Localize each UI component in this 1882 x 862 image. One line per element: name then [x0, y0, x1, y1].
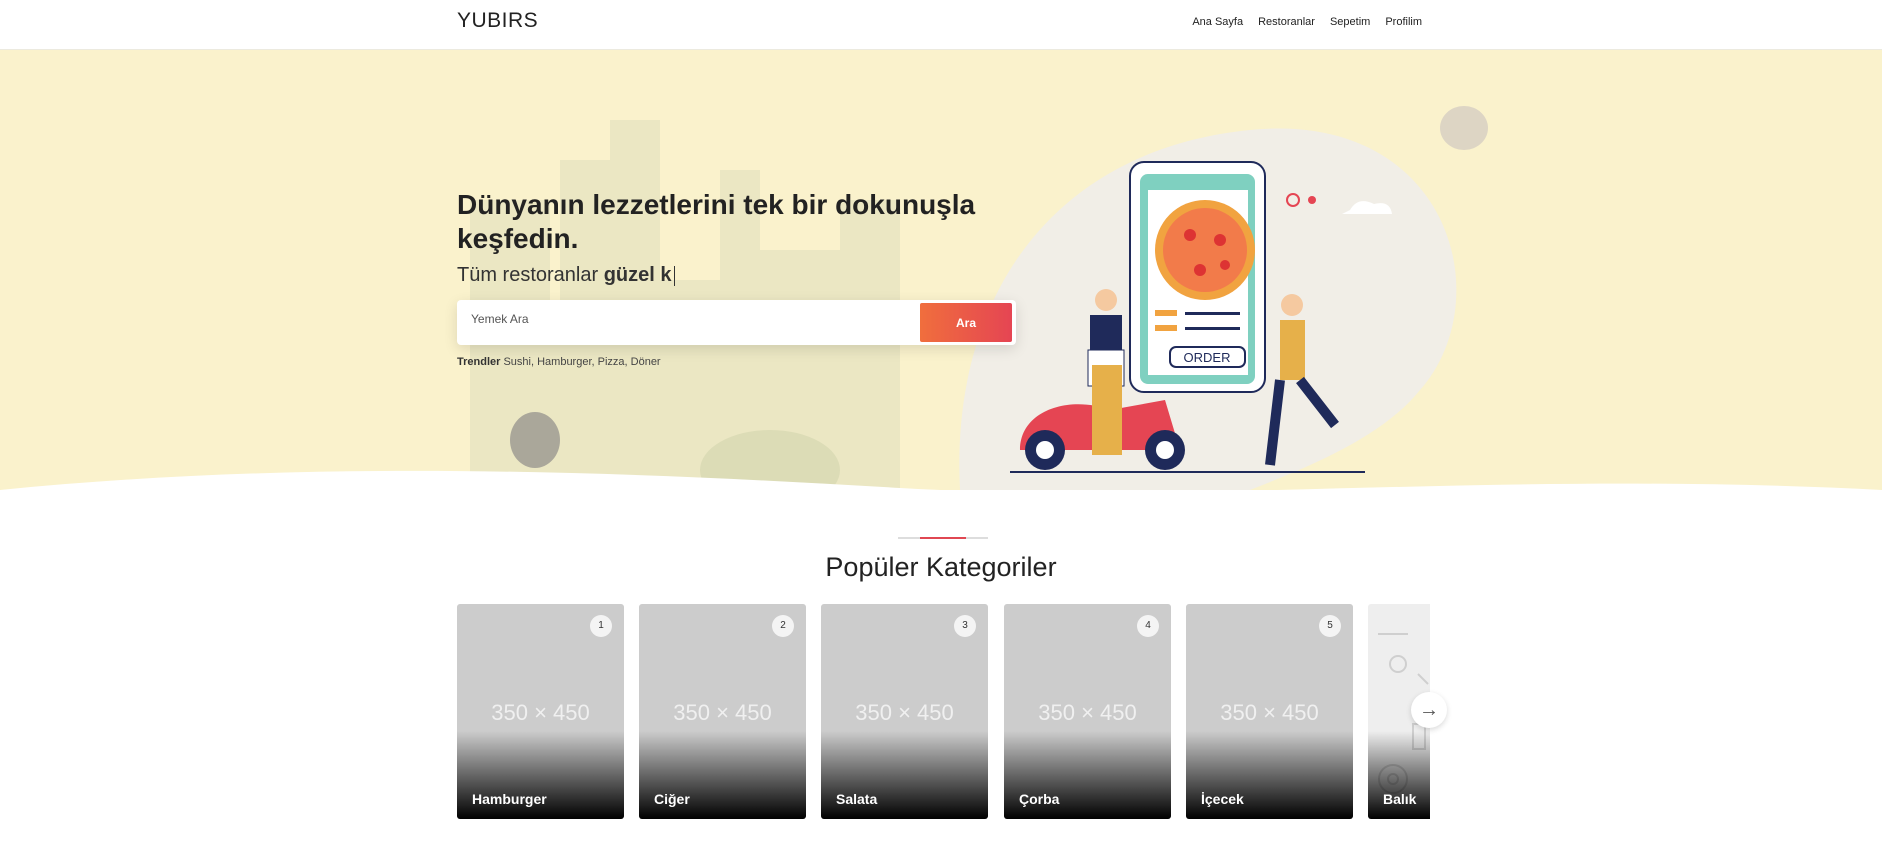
category-name: İçecek — [1201, 791, 1244, 807]
hero-subtitle: Tüm restoranlar güzel k — [457, 262, 675, 288]
main-nav: Ana Sayfa Restoranlar Sepetim Profilim — [1192, 16, 1422, 28]
image-placeholder: 350 × 450 — [491, 700, 590, 725]
image-placeholder: 350 × 450 — [1038, 700, 1137, 725]
category-name: Çorba — [1019, 791, 1060, 807]
carousel-next-button[interactable]: → — [1411, 692, 1447, 728]
section-title: Popüler Kategoriler — [825, 552, 1057, 582]
hero-title: Dünyanın lezzetlerini tek bir dokunuşla … — [457, 189, 976, 254]
nav-ana-sayfa[interactable]: Ana Sayfa — [1192, 16, 1243, 28]
category-carousel: 350 × 450 1 Hamburger 350 × 450 2 Ciğer … — [457, 604, 1430, 820]
category-card-corba[interactable]: 350 × 450 4 Çorba — [1004, 604, 1171, 819]
category-name: Hamburger — [472, 791, 547, 807]
hero-wave-divider — [0, 470, 1882, 490]
rank-badge: 5 — [1319, 615, 1341, 637]
search-box: Ara — [457, 300, 1016, 345]
city-background-illustration — [470, 106, 1488, 490]
hero-section: Dünyanın lezzetlerini tek bir dokunuşla … — [0, 50, 1882, 490]
trends-list[interactable]: Sushi, Hamburger, Pizza, Döner — [503, 356, 660, 368]
image-placeholder: 350 × 450 — [855, 700, 954, 725]
search-button[interactable]: Ara — [920, 303, 1012, 342]
nav-profilim[interactable]: Profilim — [1385, 16, 1422, 28]
trends: Trendler Sushi, Hamburger, Pizza, Döner — [457, 356, 661, 368]
section-divider — [898, 537, 988, 539]
rank-badge: 3 — [954, 615, 976, 637]
delivery-illustration: ORDER — [1010, 161, 1392, 473]
nav-sepetim[interactable]: Sepetim — [1330, 16, 1370, 28]
rank-badge: 4 — [1137, 615, 1159, 637]
rank-badge: 1 — [590, 615, 612, 637]
food-search-input[interactable] — [471, 312, 901, 326]
subtitle-typed: güzel k — [603, 264, 672, 286]
rank-badge: 2 — [772, 615, 794, 637]
category-name: Ciğer — [654, 791, 690, 807]
order-text: ORDER — [1184, 350, 1231, 365]
logo[interactable]: YUBIRS — [457, 9, 538, 33]
category-card-salata[interactable]: 350 × 450 3 Salata — [821, 604, 988, 819]
category-name: Balık — [1383, 791, 1417, 807]
trends-label: Trendler — [457, 356, 501, 368]
subtitle-prefix: Tüm restoranlar — [457, 264, 604, 286]
category-card-icecek[interactable]: 350 × 450 5 İçecek — [1186, 604, 1353, 819]
image-placeholder: 350 × 450 — [673, 700, 772, 725]
header: YUBIRS Ana Sayfa Restoranlar Sepetim Pro… — [0, 0, 1882, 50]
category-name: Salata — [836, 791, 878, 807]
nav-restoranlar[interactable]: Restoranlar — [1258, 16, 1315, 28]
typing-cursor — [673, 265, 675, 286]
category-card-ciger[interactable]: 350 × 450 2 Ciğer — [639, 604, 806, 819]
image-placeholder: 350 × 450 — [1220, 700, 1319, 725]
category-card-hamburger[interactable]: 350 × 450 1 Hamburger — [457, 604, 624, 819]
arrow-right-icon: → — [1419, 699, 1439, 721]
